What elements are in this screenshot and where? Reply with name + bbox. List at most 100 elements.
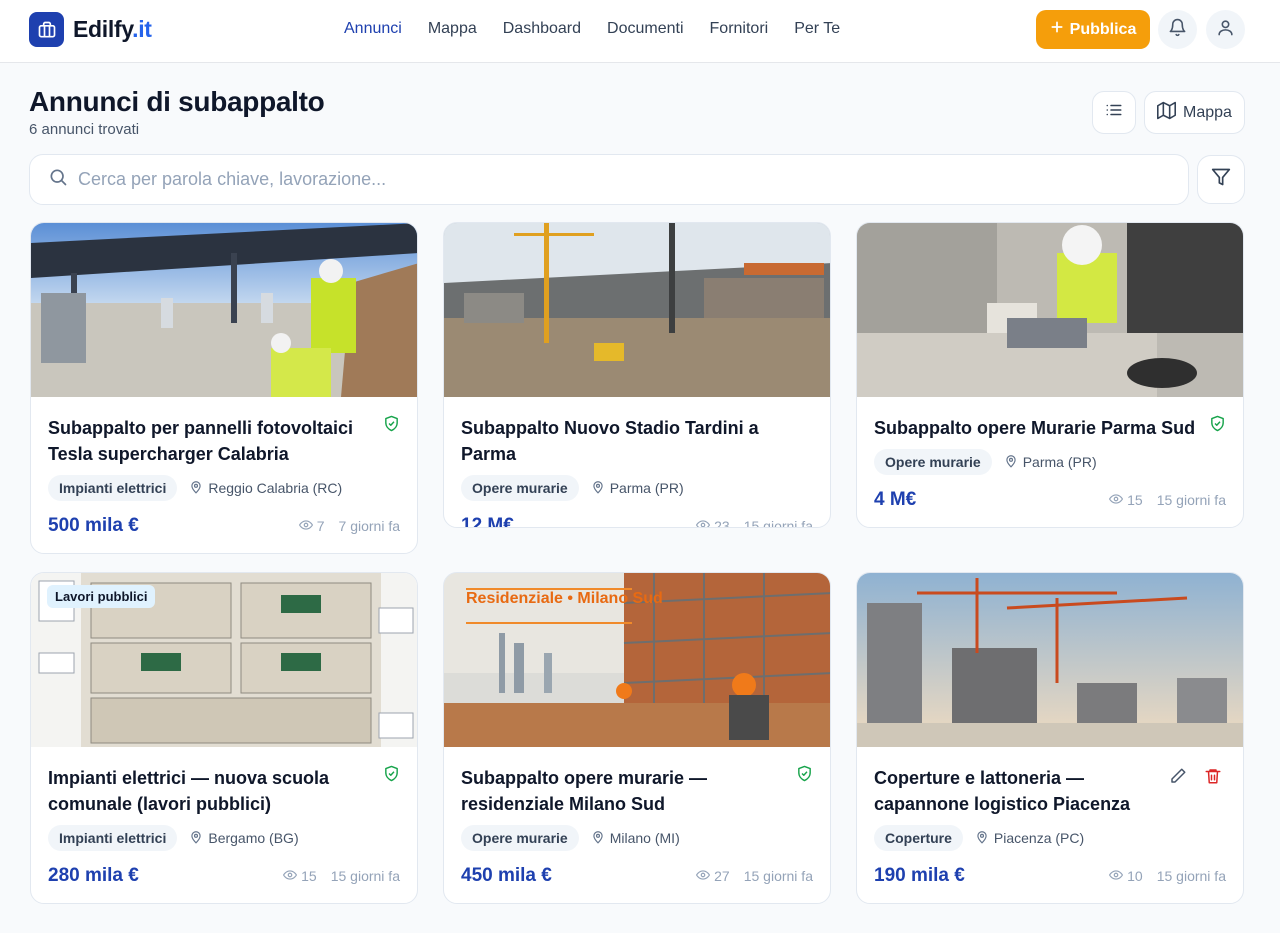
listing-location: Bergamo (BG): [189, 830, 299, 847]
category-chip: Opere murarie: [461, 475, 579, 501]
trash-icon: [1204, 769, 1222, 789]
eye-icon: [283, 868, 298, 885]
plus-icon: [1050, 20, 1064, 39]
nav-per-te[interactable]: Per Te: [781, 19, 853, 39]
map-view-button[interactable]: Mappa: [1144, 91, 1245, 134]
publish-button[interactable]: Pubblica: [1036, 10, 1150, 49]
listing-views: 15: [283, 868, 317, 885]
nav-mappa[interactable]: Mappa: [415, 19, 490, 39]
edit-button[interactable]: [1169, 767, 1187, 790]
top-navbar: Edilfy.it Annunci Mappa Dashboard Docume…: [0, 0, 1280, 63]
user-icon: [1216, 18, 1235, 42]
filter-button[interactable]: [1197, 155, 1245, 204]
verified-shield-icon: [383, 765, 400, 787]
listing-body: Subappalto per pannelli fotovoltaici Tes…: [48, 415, 400, 537]
listing-card[interactable]: Subappalto opere Murarie Parma Sud Opere…: [856, 222, 1244, 528]
listing-views: 23: [696, 518, 730, 527]
map-pin-icon: [975, 830, 989, 847]
category-chip: Coperture: [874, 825, 963, 851]
eye-icon: [1109, 492, 1124, 509]
listing-image: [857, 223, 1243, 397]
eye-icon: [696, 518, 711, 527]
listing-views: 10: [1109, 868, 1143, 885]
listing-image: [31, 223, 417, 397]
listing-title[interactable]: Subappalto opere murarie — residenziale …: [461, 765, 813, 817]
listing-location: Reggio Calabria (RC): [189, 480, 342, 497]
listing-card[interactable]: Coperture e lattoneria — capannone logis…: [856, 572, 1244, 904]
listing-title[interactable]: Subappalto opere Murarie Parma Sud: [874, 415, 1226, 441]
brand-name: Edilfy.it: [73, 16, 152, 42]
verified-shield-icon: [383, 415, 400, 437]
verified-shield-icon: [1209, 415, 1226, 437]
listing-age: 15 giorni fa: [743, 868, 813, 884]
listing-title[interactable]: Subappalto Nuovo Stadio Tardini a Parma: [461, 415, 813, 467]
search-bar: [29, 154, 1189, 205]
listing-image: [857, 573, 1243, 747]
filter-icon: [1211, 167, 1231, 192]
category-chip: Opere murarie: [461, 825, 579, 851]
map-pin-icon: [189, 830, 203, 847]
public-works-badge: Lavori pubblici: [47, 585, 156, 608]
profile-button[interactable]: [1206, 10, 1245, 49]
category-chip: Impianti elettrici: [48, 475, 178, 501]
listing-card[interactable]: Residenziale • Milano Sud Subappalto ope…: [443, 572, 831, 904]
listing-body: Subappalto Nuovo Stadio Tardini a Parma …: [461, 415, 813, 528]
listing-card[interactable]: Subappalto Nuovo Stadio Tardini a Parma …: [443, 222, 831, 528]
listing-location: Milano (MI): [591, 830, 680, 847]
listing-age: 15 giorni fa: [330, 868, 400, 884]
list-icon: [1105, 101, 1123, 124]
listing-image: Residenziale • Milano Sud: [444, 573, 830, 747]
pencil-icon: [1169, 768, 1187, 789]
nav-fornitori[interactable]: Fornitori: [697, 19, 782, 39]
results-count: 6 annunci trovati: [29, 121, 140, 138]
nav-annunci[interactable]: Annunci: [331, 19, 415, 39]
search-input[interactable]: [78, 169, 1158, 190]
listing-location: Piacenza (PC): [975, 830, 1084, 847]
map-pin-icon: [189, 480, 203, 497]
eye-icon: [1109, 868, 1124, 885]
map-pin-icon: [591, 830, 605, 847]
main-nav: Annunci Mappa Dashboard Documenti Fornit…: [331, 19, 853, 39]
listing-card[interactable]: Subappalto per pannelli fotovoltaici Tes…: [30, 222, 418, 554]
listing-location: Parma (PR): [1004, 454, 1097, 471]
listing-location: Parma (PR): [591, 480, 684, 497]
listing-price: 450 mila €: [461, 865, 552, 886]
listing-views: 15: [1109, 492, 1143, 509]
listing-price: 12 M€: [461, 515, 514, 528]
search-icon: [48, 167, 68, 192]
listing-age: 7 giorni fa: [338, 518, 400, 534]
delete-button[interactable]: [1204, 767, 1222, 790]
map-pin-icon: [591, 480, 605, 497]
page-title: Annunci di subappalto: [29, 86, 325, 117]
listing-title[interactable]: Impianti elettrici — nuova scuola comuna…: [48, 765, 400, 817]
map-icon: [1157, 101, 1177, 125]
listing-age: 15 giorni fa: [1156, 868, 1226, 884]
category-chip: Opere murarie: [874, 449, 992, 475]
verified-shield-icon: [796, 765, 813, 787]
listing-price: 280 mila €: [48, 865, 139, 886]
nav-dashboard[interactable]: Dashboard: [490, 19, 594, 39]
listing-body: Subappalto opere Murarie Parma Sud Opere…: [874, 415, 1226, 511]
image-caption: Residenziale • Milano Sud: [466, 590, 663, 607]
briefcase-icon: [29, 12, 64, 47]
listing-views: 27: [696, 868, 730, 885]
map-pin-icon: [1004, 454, 1018, 471]
listing-price: 190 mila €: [874, 865, 965, 886]
bell-icon: [1168, 18, 1187, 42]
eye-icon: [298, 518, 313, 535]
list-view-button[interactable]: [1092, 91, 1136, 134]
listing-card[interactable]: Lavori pubblici Impianti elettrici — nuo…: [30, 572, 418, 904]
nav-documenti[interactable]: Documenti: [594, 19, 696, 39]
listing-image: [444, 223, 830, 397]
notifications-button[interactable]: [1158, 10, 1197, 49]
listing-age: 15 giorni fa: [1156, 492, 1226, 508]
eye-icon: [696, 868, 711, 885]
listing-image: Lavori pubblici: [31, 573, 417, 747]
listing-body: Impianti elettrici — nuova scuola comuna…: [48, 765, 400, 887]
listing-age: 15 giorni fa: [743, 518, 813, 528]
listing-views: 7: [298, 518, 325, 535]
listing-title[interactable]: Subappalto per pannelli fotovoltaici Tes…: [48, 415, 400, 467]
category-chip: Impianti elettrici: [48, 825, 178, 851]
brand-logo[interactable]: Edilfy.it: [29, 12, 152, 47]
listing-body: Subappalto opere murarie — residenziale …: [461, 765, 813, 887]
